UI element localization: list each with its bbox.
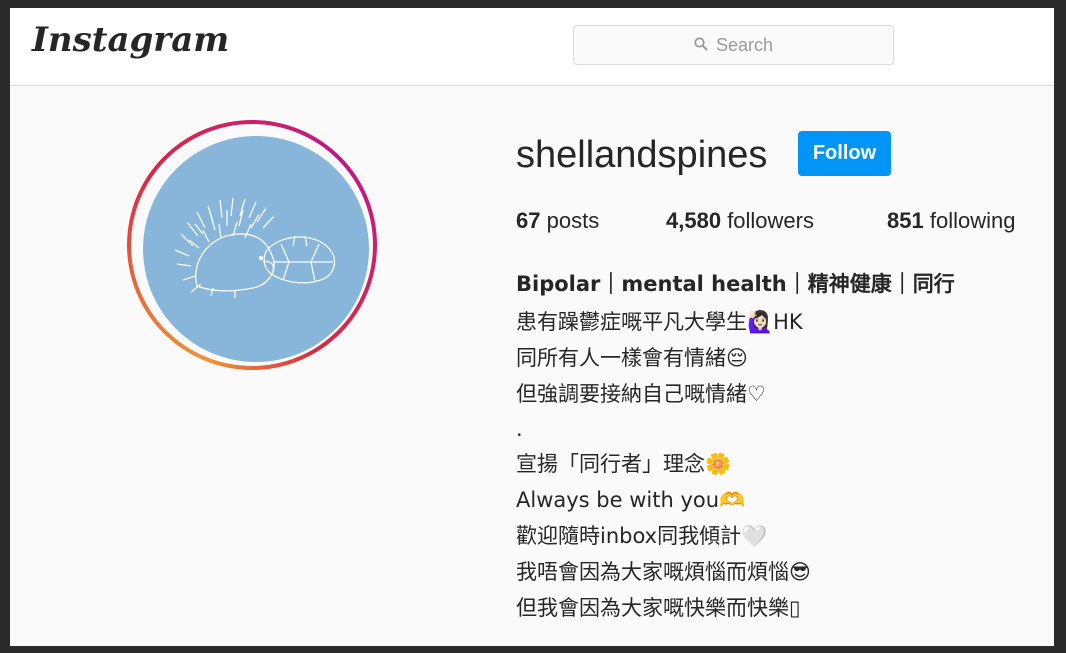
bio-line: 歡迎隨時inbox同我傾計🤍 bbox=[516, 524, 768, 548]
profile-username: shellandspines bbox=[516, 134, 768, 176]
following-label: following bbox=[929, 208, 1016, 233]
search-icon bbox=[694, 36, 708, 55]
followers-stat[interactable]: 4,580 followers bbox=[666, 208, 814, 234]
following-count: 851 bbox=[887, 208, 924, 233]
instagram-logo[interactable]: Instagram bbox=[32, 20, 229, 60]
following-stat[interactable]: 851 following bbox=[887, 208, 1015, 234]
followers-label: followers bbox=[727, 208, 814, 233]
bio-line: 患有躁鬱症嘅平凡大學生🙋🏻‍♀️HK bbox=[516, 310, 803, 334]
profile-bio: Bipolar｜mental health｜精神健康｜同行 患有躁鬱症嘅平凡大學… bbox=[516, 266, 1036, 626]
search-input[interactable]: Search bbox=[573, 25, 894, 65]
bio-title: Bipolar｜mental health｜精神健康｜同行 bbox=[516, 272, 955, 296]
hedgehog-turtle-shell-illustration bbox=[174, 197, 336, 298]
app-window: Instagram Search shellandspines Follow 6… bbox=[10, 8, 1054, 646]
profile-avatar bbox=[143, 136, 369, 362]
bio-line: 同所有人一樣會有情緒😔 bbox=[516, 346, 748, 370]
posts-label: posts bbox=[546, 208, 600, 233]
bio-line: 但強調要接納自己嘅情緒♡ bbox=[516, 382, 766, 406]
top-navigation-bar: Instagram Search bbox=[10, 8, 1054, 86]
followers-count: 4,580 bbox=[666, 208, 722, 233]
bio-line: 宣揚「同行者」理念🌼 bbox=[516, 452, 732, 476]
bio-line: Always be with you🫶 bbox=[516, 488, 746, 512]
bio-line: 但我會因為大家嘅快樂而快樂▯ bbox=[516, 596, 801, 620]
bio-line: 我唔會因為大家嘅煩惱而煩惱😎 bbox=[516, 560, 811, 584]
bio-line: . bbox=[516, 417, 523, 441]
follow-button[interactable]: Follow bbox=[798, 131, 891, 176]
posts-stat: 67 posts bbox=[516, 208, 599, 234]
posts-count: 67 bbox=[516, 208, 541, 233]
profile-avatar-story-ring[interactable] bbox=[127, 120, 377, 370]
search-placeholder: Search bbox=[715, 34, 774, 55]
